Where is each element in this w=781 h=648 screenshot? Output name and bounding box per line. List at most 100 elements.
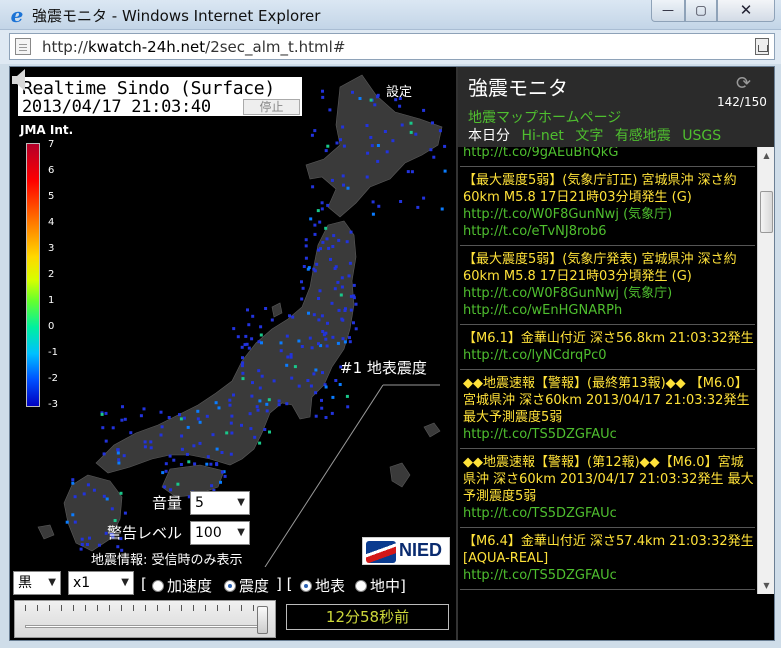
alert-level-value: 100 (195, 525, 222, 541)
station-dot (422, 108, 426, 112)
station-dot (336, 341, 340, 345)
speaker-icon[interactable] (10, 67, 32, 93)
station-dot (176, 482, 180, 486)
station-dot (376, 144, 380, 147)
tweet-link[interactable]: http://t.co/TS5DZGFAUc (463, 567, 755, 584)
station-dot (377, 204, 381, 208)
station-dot (400, 123, 404, 127)
station-dot (215, 463, 219, 467)
station-dot (304, 244, 308, 248)
tweet-text: ◆◆地震速報【警報】(第12報)◆◆【M6.0】宮城県沖 深さ60km 2013… (463, 455, 754, 504)
radio-acceleration[interactable]: 加速度 (152, 575, 212, 596)
station-dot (232, 327, 236, 331)
station-dot (291, 315, 295, 319)
station-dot (365, 175, 369, 179)
tweet-link[interactable]: http://t.co/W0F8GunNwj (気象庁) (463, 285, 755, 302)
nav-usgs[interactable]: USGS (682, 128, 721, 144)
tweet-item: ◆◆地震速報【警報】(最終第13報)◆◆ 【M6.0】宮城県沖 深さ60km 2… (460, 370, 755, 449)
tweet-link[interactable]: http://t.co/TS5DZGFAUc (463, 426, 755, 443)
settings-link[interactable]: 設定 (386, 81, 412, 100)
station-dot (168, 454, 172, 458)
nav-hinet[interactable]: Hi-net (521, 128, 563, 144)
station-dot (179, 417, 183, 421)
station-dot (345, 394, 349, 398)
station-dot (285, 334, 289, 338)
station-dot (354, 327, 358, 331)
station-dot (290, 376, 294, 380)
tweet-item: 【最大震度5弱】(気象庁訂正) 宮城県沖 深さ約60km M5.8 17日21時… (460, 167, 755, 246)
radio-intensity[interactable]: 震度 (224, 575, 269, 596)
nav-text[interactable]: 文字 (575, 128, 603, 144)
volume-select[interactable]: 5 ▼ (190, 491, 250, 515)
page-content: Realtime Sindo (Surface) 2013/04/17 21:0… (9, 66, 775, 641)
station-dot (167, 416, 171, 419)
chevron-down-icon: ▼ (121, 577, 129, 588)
radio-underground[interactable]: 地中] (355, 575, 406, 596)
station-dot (236, 335, 240, 339)
scroll-thumb[interactable] (760, 191, 773, 233)
address-url[interactable]: http://kwatch-24h.net/2sec_alm_t.html# (42, 38, 345, 56)
station-dot (120, 418, 124, 422)
feed-scrollbar[interactable]: ▲ ▼ (757, 147, 774, 594)
tweet-feed[interactable]: http://t.co/9gAEuBhQkG 【最大震度5弱】(気象庁訂正) 宮城… (460, 147, 755, 594)
station-dot (186, 425, 190, 429)
station-dot (429, 148, 433, 152)
tweet-link[interactable]: http://t.co/9gAEuBhQkG (463, 147, 755, 161)
station-dot (314, 391, 318, 395)
radio-dot (355, 580, 367, 592)
speed-select[interactable]: x1 ▼ (68, 571, 134, 595)
panel-title: 強震モニタ (468, 76, 568, 100)
compatibility-view-icon[interactable] (755, 38, 769, 55)
station-dot (307, 266, 311, 270)
tweet-text: ◆◆地震速報【警報】(最終第13報)◆◆ 【M6.0】宮城県沖 深さ60km 2… (463, 376, 750, 425)
color-select[interactable]: 黒 ▼ (13, 571, 61, 595)
station-dot (104, 439, 108, 443)
home-page-link[interactable]: 地震マップホームページ (468, 107, 621, 127)
station-dot (249, 427, 253, 431)
station-dot (324, 149, 328, 153)
station-dot (328, 108, 332, 112)
station-dot (129, 431, 133, 435)
tweet-link[interactable]: http://t.co/lyNCdrqPc0 (463, 347, 755, 364)
scroll-up-icon[interactable]: ▲ (758, 147, 774, 164)
radio-dot-selected (224, 580, 236, 592)
nav-felt-quakes[interactable]: 有感地震 (615, 128, 671, 144)
station-dot (256, 408, 260, 412)
address-field[interactable]: http://kwatch-24h.net/2sec_alm_t.html# (9, 33, 775, 60)
maximize-button[interactable]: ▢ (685, 0, 717, 22)
close-button[interactable]: ✕ (717, 0, 775, 22)
tweet-link[interactable]: http://t.co/W0F8GunNwj (気象庁) (463, 206, 755, 223)
nav-today[interactable]: 本日分 (468, 128, 510, 144)
tweet-text: 【最大震度5弱】(気象庁訂正) 宮城県沖 深さ約60km M5.8 17日21時… (463, 173, 737, 205)
nied-logo: NIED (362, 537, 450, 565)
tweet-text: 【M6.1】金華山付近 深さ56.8km 21:03:32発生 (463, 331, 754, 346)
station-dot (314, 414, 318, 418)
scroll-down-icon[interactable]: ▼ (758, 577, 774, 594)
station-dot (229, 421, 233, 425)
station-dot (117, 458, 121, 462)
tweet-link[interactable]: http://t.co/TS5DZGFAUc (463, 505, 755, 522)
slider-thumb[interactable] (257, 606, 268, 634)
station-dot (432, 155, 436, 159)
refresh-icon[interactable]: ⟳ (736, 75, 754, 93)
time-slider[interactable] (14, 600, 276, 638)
tweet-text: 【M6.4】金華山付近 深さ57.4km 21:03:32発生 [AQUA-RE… (463, 534, 754, 566)
station-dot (241, 377, 245, 381)
station-label: #1 地表震度 (340, 359, 427, 377)
volume-label: 音量 (151, 494, 182, 512)
station-dot (288, 314, 291, 318)
tweet-link[interactable]: http://t.co/wEnHGNARPh (463, 302, 755, 319)
alert-level-select[interactable]: 100 ▼ (190, 521, 250, 545)
radio-surface[interactable]: 地表 (300, 575, 345, 596)
minimize-button[interactable]: — (651, 0, 685, 22)
station-dot (369, 98, 373, 102)
stop-button[interactable]: 停止 (243, 99, 300, 115)
station-dot (257, 369, 261, 373)
station-dot (149, 440, 153, 444)
tweet-link[interactable]: http://t.co/eTvNJ8rob6 (463, 223, 755, 240)
station-dot (335, 141, 339, 145)
bracket-separator: ] [ (276, 575, 293, 593)
station-dot (178, 413, 181, 417)
scale-tick-label: 7 (48, 139, 55, 150)
nied-logo-text: NIED (399, 540, 443, 560)
